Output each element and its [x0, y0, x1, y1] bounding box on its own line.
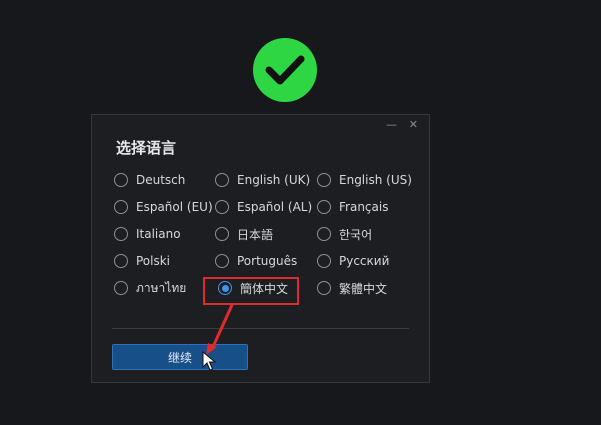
language-label: English (US): [339, 173, 412, 187]
language-label: Español (AL): [237, 200, 313, 214]
language-option[interactable]: English (UK): [215, 171, 310, 189]
radio-button[interactable]: [317, 254, 331, 268]
close-icon[interactable]: ✕: [409, 118, 418, 132]
language-label: Português: [237, 254, 298, 268]
language-option[interactable]: Deutsch: [114, 171, 185, 189]
language-label: Русский: [339, 254, 390, 268]
language-label: ภาษาไทย: [136, 280, 187, 295]
language-option[interactable]: Español (EU): [114, 198, 213, 216]
language-label: 한국어: [339, 227, 373, 242]
radio-button[interactable]: [317, 227, 331, 241]
language-label: Italiano: [136, 227, 181, 241]
radio-button[interactable]: [317, 281, 331, 295]
success-check-icon: [253, 38, 317, 102]
language-label: Français: [339, 200, 389, 214]
radio-button[interactable]: [114, 281, 128, 295]
radio-button[interactable]: [215, 227, 229, 241]
language-label: 日本語: [237, 227, 274, 242]
dialog-title: 选择语言: [116, 139, 177, 157]
divider: [112, 328, 409, 329]
language-label: 繁體中文: [339, 281, 388, 296]
language-option[interactable]: Polski: [114, 252, 170, 270]
language-option[interactable]: Français: [317, 198, 388, 216]
radio-button[interactable]: [317, 200, 331, 214]
language-dialog: — ✕ 选择语言 Deutsch English (UK) English (U…: [91, 114, 430, 383]
minimize-icon[interactable]: —: [386, 118, 397, 132]
radio-button[interactable]: [215, 173, 229, 187]
radio-button[interactable]: [317, 173, 331, 187]
mouse-cursor-icon: [202, 351, 216, 371]
radio-button[interactable]: [215, 254, 229, 268]
radio-button[interactable]: [114, 173, 128, 187]
radio-button[interactable]: [114, 200, 128, 214]
continue-label: 继续: [167, 350, 192, 365]
language-option[interactable]: English (US): [317, 171, 412, 189]
highlight-box: [203, 277, 299, 305]
language-option[interactable]: Português: [215, 252, 297, 270]
radio-button[interactable]: [114, 227, 128, 241]
language-option[interactable]: 繁體中文: [317, 279, 387, 297]
language-option[interactable]: Español (AL): [215, 198, 312, 216]
radio-button[interactable]: [114, 254, 128, 268]
language-label: Polski: [136, 254, 171, 268]
language-option[interactable]: 日本語: [215, 225, 273, 243]
language-option[interactable]: ภาษาไทย: [114, 279, 186, 297]
language-label: Español (EU): [136, 200, 213, 214]
language-option[interactable]: Italiano: [114, 225, 181, 243]
language-option[interactable]: 한국어: [317, 225, 372, 243]
language-label: English (UK): [237, 173, 311, 187]
radio-button[interactable]: [215, 200, 229, 214]
language-option[interactable]: Русский: [317, 252, 389, 270]
language-label: Deutsch: [136, 173, 186, 187]
